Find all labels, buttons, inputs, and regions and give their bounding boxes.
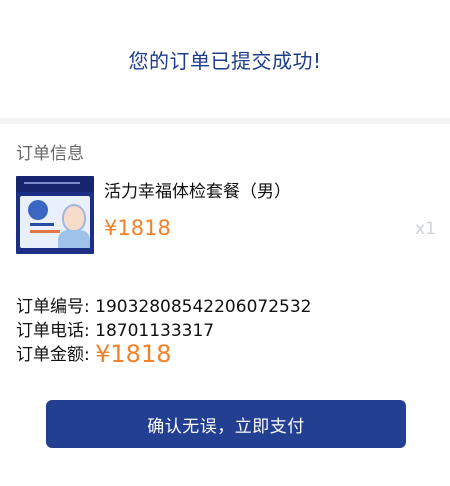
order-phone-label: 订单电话:	[16, 321, 90, 341]
order-amount-label: 订单金额:	[16, 345, 90, 365]
product-name: 活力幸福体检套餐（男）	[104, 182, 291, 202]
product-thumbnail	[16, 176, 94, 254]
section-divider	[0, 118, 450, 124]
order-number-row: 订单编号: 19032808542206072532	[16, 292, 311, 317]
order-amount-value: ¥1818	[95, 340, 172, 368]
order-phone-value: 18701133317	[95, 321, 215, 341]
order-number-value: 19032808542206072532	[95, 297, 312, 317]
order-info-title: 订单信息	[16, 144, 84, 164]
order-amount-row: 订单金额: ¥1818	[16, 340, 172, 368]
order-phone-row: 订单电话: 18701133317	[16, 316, 214, 341]
product-quantity: x1	[415, 219, 436, 239]
success-header: 您的订单已提交成功!	[0, 0, 450, 118]
order-number-label: 订单编号:	[16, 297, 90, 317]
success-title: 您的订单已提交成功!	[128, 48, 322, 73]
product-price: ¥1818	[104, 216, 171, 240]
confirm-pay-button[interactable]: 确认无误，立即支付	[46, 400, 406, 448]
